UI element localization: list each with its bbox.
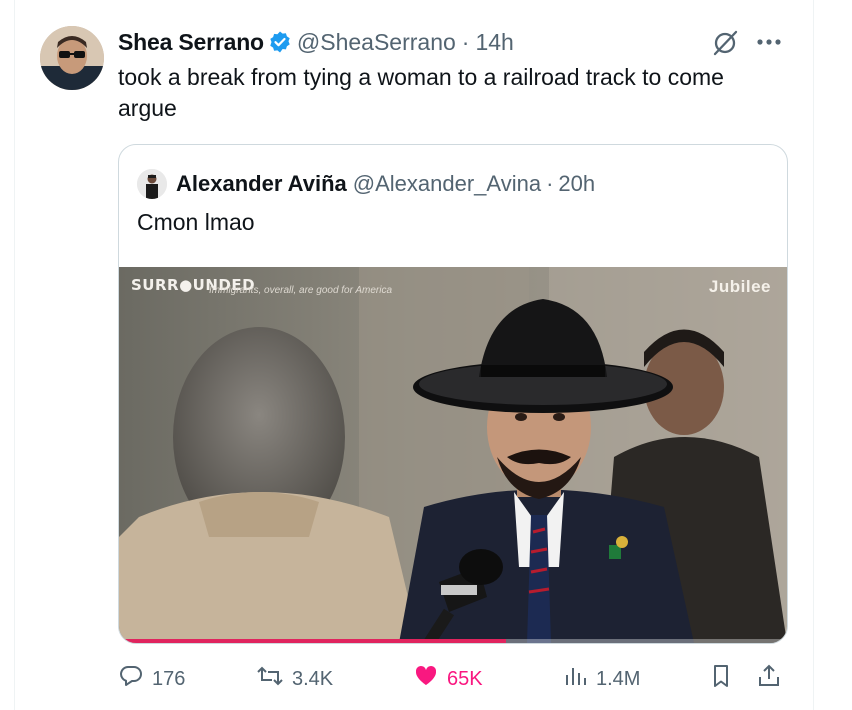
quoted-tweet-timestamp[interactable]: 20h bbox=[558, 171, 595, 197]
more-icon[interactable] bbox=[752, 30, 786, 54]
quoted-tweet-header: Alexander Aviña @Alexander_Avina · 20h bbox=[137, 167, 595, 201]
tweet-header: Shea Serrano @SheaSerrano · 14h bbox=[118, 26, 514, 58]
views-button[interactable]: 1.4M bbox=[562, 662, 640, 696]
grok-icon[interactable] bbox=[710, 28, 740, 58]
quoted-author-avatar[interactable] bbox=[137, 169, 167, 199]
video-progress-fill bbox=[119, 639, 507, 643]
repost-button[interactable]: 3.4K bbox=[256, 662, 333, 696]
timeline-border-left bbox=[14, 0, 15, 710]
like-button[interactable]: 65K bbox=[413, 662, 483, 696]
tweet-text: took a break from tying a woman to a rai… bbox=[118, 64, 724, 121]
verified-badge-icon bbox=[268, 30, 292, 54]
reply-count: 176 bbox=[152, 667, 186, 690]
share-button[interactable] bbox=[756, 662, 790, 696]
share-icon bbox=[756, 663, 790, 695]
reply-icon bbox=[118, 663, 152, 695]
separator-dot: · bbox=[546, 171, 554, 196]
like-count: 65K bbox=[447, 667, 483, 690]
author-name[interactable]: Shea Serrano bbox=[118, 29, 264, 56]
reply-button[interactable]: 176 bbox=[118, 662, 185, 696]
repost-count: 3.4K bbox=[292, 667, 334, 690]
tweet-action-bar: 176 3.4K 65K 1.4M bbox=[118, 662, 790, 696]
author-handle[interactable]: @SheaSerrano bbox=[297, 29, 456, 56]
bookmark-button[interactable] bbox=[708, 662, 742, 696]
repost-icon bbox=[256, 663, 292, 695]
views-icon bbox=[562, 663, 596, 695]
quoted-author-handle[interactable]: @Alexander_Avina bbox=[353, 171, 541, 197]
views-count: 1.4M bbox=[596, 667, 641, 690]
bookmark-icon bbox=[708, 663, 742, 695]
video-player[interactable]: SURR●UNDED Immigrants, overall, are good… bbox=[119, 267, 787, 643]
separator-dot: · bbox=[461, 28, 470, 55]
video-frame bbox=[119, 267, 787, 643]
video-watermark-right: Jubilee bbox=[708, 277, 771, 296]
timeline-border-right bbox=[813, 0, 814, 710]
quoted-tweet-text: Cmon lmao bbox=[137, 209, 255, 235]
quoted-author-name[interactable]: Alexander Aviña bbox=[176, 171, 347, 197]
like-icon bbox=[413, 663, 447, 695]
video-caption-overlay: Immigrants, overall, are good for Americ… bbox=[209, 285, 393, 296]
tweet-timestamp[interactable]: 14h bbox=[475, 29, 513, 56]
quoted-tweet[interactable]: Alexander Aviña @Alexander_Avina · 20h C… bbox=[118, 144, 788, 644]
author-avatar[interactable] bbox=[40, 26, 104, 90]
